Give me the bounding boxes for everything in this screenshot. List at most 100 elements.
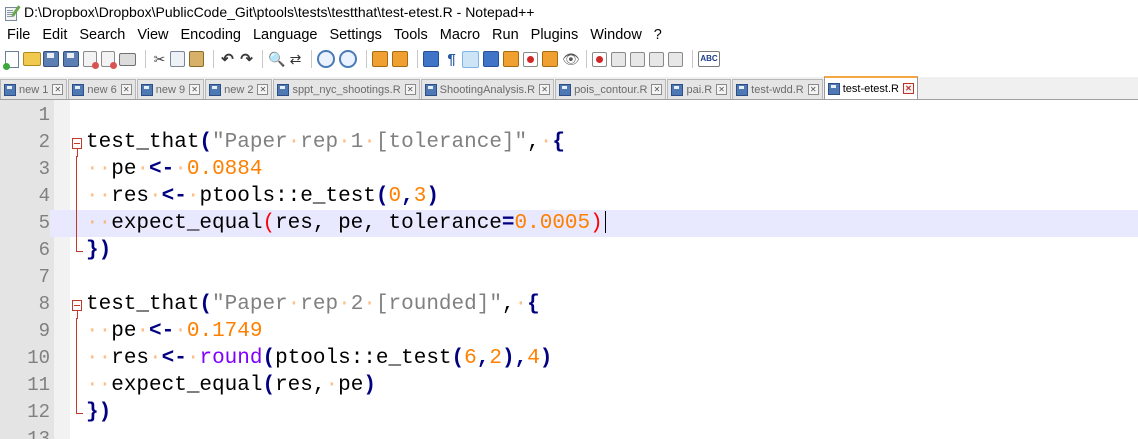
menu-encoding[interactable]: Encoding [175,27,247,43]
close-tab-icon[interactable]: ✕ [189,84,201,95]
tab-test-etest[interactable]: test-etest.R ✕ [823,76,918,99]
replace-icon[interactable]: ⇄ [287,51,304,68]
code-line[interactable]: 10 ··res·<-·round(ptools::e_test(6,2),4) [0,345,1138,372]
close-tab-icon[interactable]: ✕ [651,84,663,95]
line-number: 7 [38,266,50,288]
save-icon [827,82,840,95]
tab-pai[interactable]: pai.R ✕ [667,79,732,99]
fold-end-guide [76,399,83,414]
menu-help[interactable]: ? [648,27,668,43]
copy-icon[interactable] [170,51,185,67]
toolbar-separator [366,50,367,68]
word-wrap-icon[interactable] [423,51,439,67]
menu-edit[interactable]: Edit [36,27,73,43]
fold-guide [76,156,77,183]
find-icon[interactable]: 🔍 [268,51,285,68]
code-line[interactable]: 11 ··expect_equal(res,·pe) [0,372,1138,399]
zoom-out-icon[interactable] [339,50,357,68]
menu-tools[interactable]: Tools [388,27,434,43]
code-line[interactable]: 4 ··res·<-·ptools::e_test(0,3) [0,183,1138,210]
save-macro-icon[interactable] [668,51,683,67]
playback-icon[interactable] [630,51,645,67]
line-number: 4 [38,185,50,207]
tab-new-9[interactable]: new 9 ✕ [136,79,205,99]
code-line[interactable]: 2 test_that("Paper·rep·1·[tolerance]",·{ [0,129,1138,157]
toolbar-separator [311,50,312,68]
code-line[interactable]: 13 [0,426,1138,439]
menu-view[interactable]: View [131,27,174,43]
save-icon [72,83,85,96]
code-line[interactable]: 1 [0,102,1138,129]
tab-shooting-analysis[interactable]: ShootingAnalysis.R ✕ [420,79,555,99]
paste-icon[interactable] [189,51,204,67]
redo-icon[interactable]: ↷ [238,51,255,68]
menu-language[interactable]: Language [247,27,324,43]
title-bar: D:\Dropbox\Dropbox\PublicCode_Git\ptools… [0,0,1138,24]
tab-sppt-nyc-shootings[interactable]: sppt_nyc_shootings.R ✕ [273,79,420,99]
document-map-icon[interactable] [503,51,519,67]
print-icon[interactable] [119,52,136,66]
close-tab-icon[interactable]: ✕ [52,84,64,95]
open-file-icon[interactable] [23,52,41,66]
new-file-icon[interactable] [3,50,19,70]
folder-as-workspace-icon[interactable] [542,51,558,67]
tab-new-2[interactable]: new 2 ✕ [205,79,273,99]
code-line[interactable]: 12 }) [0,399,1138,426]
menu-search[interactable]: Search [73,27,131,43]
fold-guide [76,345,77,372]
stop-recording-icon[interactable] [611,51,626,67]
tab-test-wdd[interactable]: test-wdd.R ✕ [732,79,823,99]
close-tab-icon[interactable]: ✕ [404,84,416,95]
fold-collapse-icon[interactable] [72,300,82,319]
code-line[interactable]: 8 test_that("Paper·rep·2·[rounded]",·{ [0,291,1138,319]
window-title: D:\Dropbox\Dropbox\PublicCode_Git\ptools… [24,4,535,20]
function-list-icon[interactable] [523,51,538,67]
close-tab-icon[interactable]: ✕ [902,83,914,94]
close-icon[interactable] [83,51,99,69]
menu-macro[interactable]: Macro [434,27,486,43]
menu-file[interactable]: File [0,27,36,43]
user-defined-language-icon[interactable] [483,51,499,67]
menu-window[interactable]: Window [584,27,648,43]
menu-settings[interactable]: Settings [323,27,387,43]
menu-run[interactable]: Run [486,27,525,43]
close-all-icon[interactable] [101,51,117,69]
notepad-app-icon [3,4,21,21]
code-line[interactable]: 7 [0,264,1138,291]
code-line[interactable]: 9 ··pe·<-·0.1749 [0,318,1138,345]
sync-horizontal-icon[interactable] [392,51,408,67]
line-number: 1 [38,104,50,126]
cut-icon[interactable]: ✂ [151,51,168,68]
code-editor[interactable]: 1 2 test_that("Paper·rep·1·[tolerance]",… [0,100,1138,439]
zoom-in-icon[interactable] [317,50,335,68]
code-line[interactable]: 3 ··pe·<-·0.0884 [0,156,1138,183]
code-line[interactable]: 6 }) [0,237,1138,264]
tab-label: sppt_nyc_shootings.R [292,83,401,96]
close-tab-icon[interactable]: ✕ [807,84,819,95]
undo-icon[interactable]: ↶ [219,51,236,68]
indent-guide-icon[interactable] [462,50,479,68]
spell-check-icon[interactable]: ABC [698,51,720,67]
code-line-current[interactable]: 5 ··expect_equal(res, pe, tolerance=0.00… [0,210,1138,237]
menu-plugins[interactable]: Plugins [525,27,585,43]
tab-new-6[interactable]: new 6 ✕ [68,79,136,99]
close-tab-icon[interactable]: ✕ [257,84,269,95]
tab-pois-contour[interactable]: pois_contour.R ✕ [555,79,667,99]
document-tab-bar: new 1 ✕ new 6 ✕ new 9 ✕ new 2 ✕ sppt_nyc_sho… [0,76,1138,100]
toolbar-separator [586,50,587,68]
close-tab-icon[interactable]: ✕ [120,84,132,95]
monitoring-eye-icon[interactable]: 👁 [562,51,580,68]
run-macro-multiple-icon[interactable] [649,51,664,67]
line-number: 2 [38,131,50,153]
record-macro-icon[interactable] [592,51,607,67]
tab-new-1[interactable]: new 1 ✕ [0,79,68,99]
close-tab-icon[interactable]: ✕ [716,84,728,95]
save-icon [559,83,572,96]
save-icon [277,83,290,96]
close-tab-icon[interactable]: ✕ [539,84,551,95]
sync-vertical-icon[interactable] [372,51,388,67]
save-icon[interactable] [43,51,59,67]
fold-collapse-icon[interactable] [72,138,82,157]
show-all-characters-icon[interactable]: ¶ [443,51,460,68]
save-all-icon[interactable] [63,51,79,67]
